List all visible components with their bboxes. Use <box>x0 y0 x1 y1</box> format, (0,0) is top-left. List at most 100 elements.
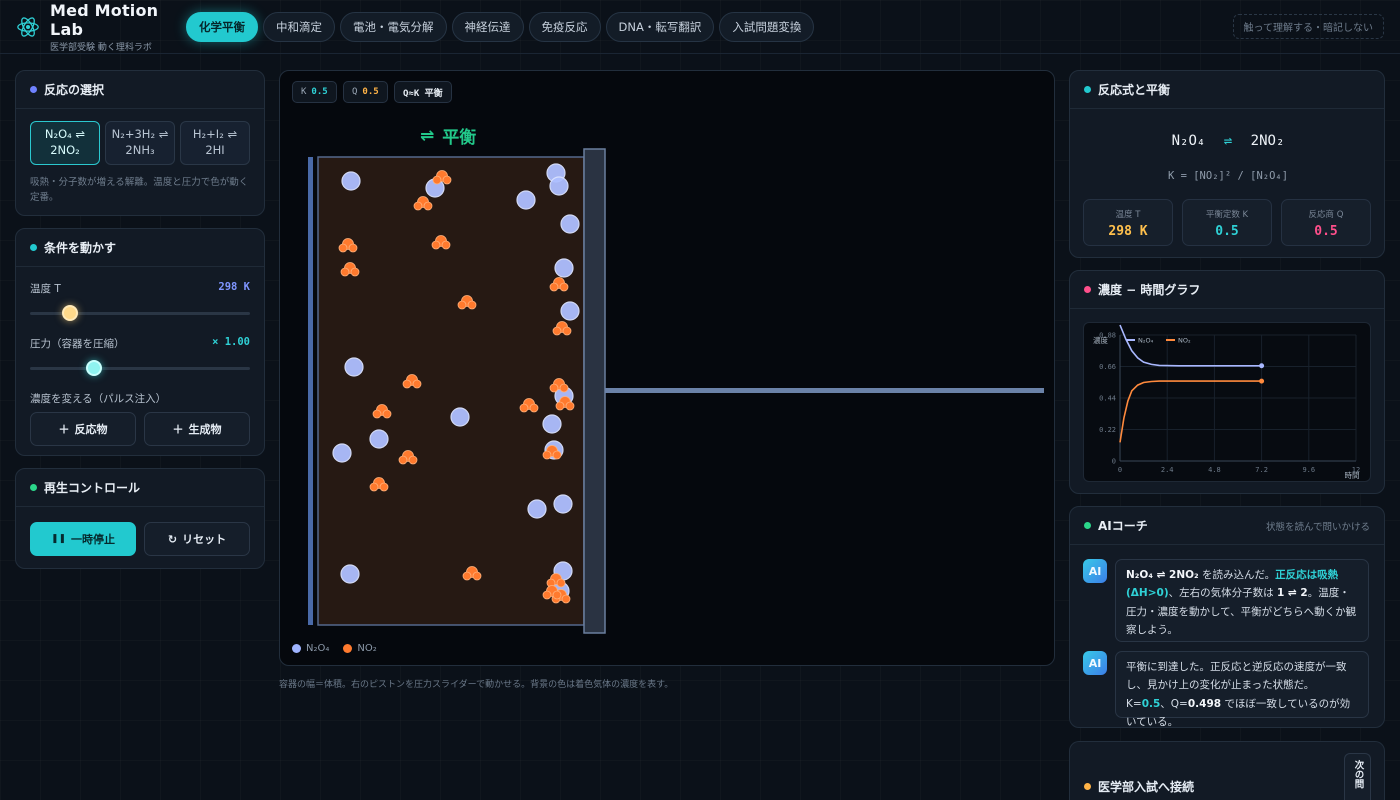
reaction-option-line: N₂O₄ ⇌ <box>44 127 86 142</box>
no2-molecule <box>519 398 539 413</box>
no2-molecule <box>551 589 571 604</box>
button-label: 生成物 <box>188 423 222 436</box>
button-label: 次の問 <box>1352 760 1364 789</box>
series-line-0 <box>1119 324 1262 367</box>
y-tick-label: 0.66 <box>1099 363 1116 371</box>
coach-message: 平衡に到達した。正反応と逆反応の速度が一致し、見かけ上の変化が止まった状態だ。K… <box>1115 651 1369 728</box>
slider-track <box>30 367 250 370</box>
q-stat: 反応商 Q 0.5 <box>1281 199 1371 246</box>
n2o4-molecule <box>516 190 536 210</box>
n2o4-molecule <box>340 564 360 584</box>
app-logo[interactable]: Med Motion Lab 医学部受験 動く理科ラボ <box>16 1 186 53</box>
tab-exam-conversion[interactable]: 入試問題変換 <box>719 11 815 42</box>
no2-molecule <box>372 404 392 419</box>
panel-header: 反応式と平衡 <box>1070 71 1384 109</box>
app-title: Med Motion Lab <box>50 0 159 39</box>
panel-header: 条件を動かす <box>16 229 264 267</box>
exam-panel: 医学部入試へ接続 次の問 <box>1069 741 1385 800</box>
equilibrium-status: ⇌ 平衡 <box>420 123 477 149</box>
n2o4-molecule <box>344 357 364 377</box>
coach-text: を読み込んだ。 <box>1198 569 1276 581</box>
coach-text: 1 ⇌ 2 <box>1276 587 1308 600</box>
no2-molecule <box>542 445 562 460</box>
molecule-layer <box>332 163 580 604</box>
equilibrium-state-badge: Q≈K 平衡 <box>394 81 452 103</box>
tagline: 触って理解する・暗記しない <box>1232 14 1384 39</box>
status-dot-icon <box>30 484 37 491</box>
legend-dot-icon <box>292 644 301 653</box>
badge-label: Q <box>352 87 358 97</box>
next-question-button[interactable]: 次の問 <box>1344 753 1371 800</box>
series-end-point <box>1259 378 1265 384</box>
stat-value: 298 K <box>1108 224 1148 239</box>
temperature-slider-thumb[interactable] <box>61 305 78 321</box>
n2o4-molecule <box>369 429 389 449</box>
reset-button[interactable]: ↻ リセット <box>144 522 250 556</box>
status-dot-icon <box>1084 86 1091 93</box>
reaction-option-n2o4[interactable]: N₂O₄ ⇌ 2NO₂ <box>30 121 100 165</box>
top-bar: Med Motion Lab 医学部受験 動く理科ラボ 化学平衡 中和滴定 電池… <box>0 0 1400 54</box>
no2-molecule <box>402 374 422 389</box>
k-badge: K 0.5 <box>292 81 337 103</box>
no2-molecule <box>413 196 433 211</box>
add-reactant-button[interactable]: ＋ 反応物 <box>30 412 136 446</box>
no2-molecule <box>542 585 562 600</box>
badge-label: K <box>301 87 307 97</box>
tab-chemical-equilibrium[interactable]: 化学平衡 <box>186 11 258 42</box>
n2o4-molecule <box>554 258 574 278</box>
panel-title: 反応の選択 <box>44 83 105 97</box>
no2-molecule <box>457 295 477 310</box>
temperature-value: 298 K <box>218 281 250 293</box>
atom-icon <box>17 16 39 37</box>
reaction-option-line: N₂+3H₂ ⇌ <box>111 127 169 142</box>
graph-panel: 濃度 − 時間グラフ 0 2.4 4.8 7.2 9.6 12 0 0.22 0.44 0.66 0… <box>1069 270 1385 494</box>
ai-avatar-icon: AI <box>1083 559 1107 583</box>
n2o4-molecule <box>425 178 445 198</box>
simulation-caption: 容器の幅＝体積。右のピストンを圧力スライダーで動かせる。背景の色は着色気体の濃度… <box>279 680 674 690</box>
legend-label: NO₂ <box>357 643 377 654</box>
stat-value: 0.5 <box>1215 224 1239 239</box>
piston-rod <box>605 388 1044 393</box>
reaction-option-hi[interactable]: H₂+I₂ ⇌ 2HI <box>180 121 250 165</box>
y-tick-label: 0.44 <box>1099 395 1116 403</box>
conditions-panel: 条件を動かす 温度 T 298 K 圧力（容器を圧縮） × 1.00 濃度を変え… <box>15 228 265 456</box>
no2-molecule <box>549 378 569 393</box>
legend: N₂O₄ NO₂ <box>292 643 377 654</box>
simulation-panel: K 0.5 Q 0.5 Q≈K 平衡 ⇌ 平衡 N₂O₄ NO₂ <box>279 70 1055 666</box>
n2o4-molecule <box>450 407 470 427</box>
y-tick-label: 0.22 <box>1099 426 1116 434</box>
temperature-slider[interactable] <box>30 302 250 324</box>
tab-neutralization-titration[interactable]: 中和滴定 <box>263 11 335 42</box>
concentration-label: 濃度を変える（パルス注入） <box>30 393 167 405</box>
equilibrium-arrow-icon: ⇌ <box>420 125 435 146</box>
pressure-slider-thumb[interactable] <box>86 360 103 376</box>
pressure-value: × 1.00 <box>212 336 250 348</box>
coach-text: 0.498 <box>1187 697 1222 710</box>
reaction-option-nh3[interactable]: N₂+3H₂ ⇌ 2NH₃ <box>105 121 175 165</box>
series-line-1 <box>1119 380 1262 443</box>
equilibrium-status-text: 平衡 <box>442 128 477 148</box>
pressure-label: 圧力（容器を圧縮） <box>30 338 125 350</box>
coach-highlight: 0.5 <box>1141 697 1161 710</box>
reaction-option-line: 2NO₂ <box>50 143 80 157</box>
n2o4-molecule <box>546 163 566 183</box>
equation-left: N₂O₄ <box>1171 133 1206 149</box>
panel-header: 再生コントロール <box>16 469 264 507</box>
add-product-button[interactable]: ＋ 生成物 <box>144 412 250 446</box>
ai-avatar-icon: AI <box>1083 651 1107 675</box>
reaction-note: 吸熱・分子数が増える解離。温度と圧力で色が動く定番。 <box>30 177 249 204</box>
app-subtitle: 医学部受験 動く理科ラボ <box>50 42 152 53</box>
tab-dna-transcription[interactable]: DNA・転写翻訳 <box>605 11 715 42</box>
tab-immune-response[interactable]: 免疫反応 <box>528 11 601 42</box>
tab-battery-electrolysis[interactable]: 電池・電気分解 <box>340 11 447 42</box>
pause-button[interactable]: ❚❚ 一時停止 <box>30 522 136 556</box>
n2o4-molecule <box>549 176 569 196</box>
n2o4-molecule <box>332 443 352 463</box>
series-end-point <box>1259 363 1265 369</box>
legend-item-no2: NO₂ <box>343 643 377 654</box>
pressure-slider[interactable] <box>30 357 250 379</box>
tab-neurotransmission[interactable]: 神経伝達 <box>451 11 524 42</box>
panel-title: 条件を動かす <box>44 241 117 255</box>
legend-label: NO₂ <box>1178 337 1191 345</box>
stat-label: 反応商 Q <box>1308 210 1344 220</box>
